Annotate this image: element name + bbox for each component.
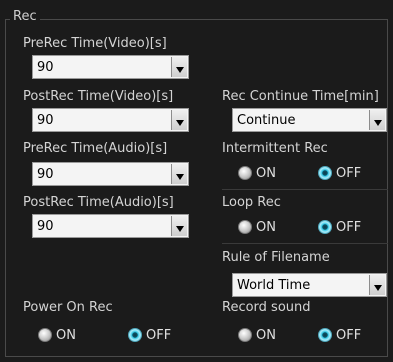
radio-unchecked-icon[interactable] bbox=[238, 328, 252, 342]
prerec-audio-value: 90 bbox=[37, 166, 54, 182]
radio-checked-icon[interactable] bbox=[318, 328, 332, 342]
section-title: Rec bbox=[10, 9, 40, 24]
rec-continue-select[interactable]: Continue bbox=[232, 108, 387, 132]
chevron-down-icon[interactable] bbox=[369, 275, 385, 295]
postrec-audio-value: 90 bbox=[37, 218, 54, 234]
chevron-down-icon[interactable] bbox=[171, 164, 187, 184]
loop-rec-label: Loop Rec bbox=[222, 195, 281, 210]
divider bbox=[222, 243, 388, 244]
radio-checked-icon[interactable] bbox=[318, 220, 332, 234]
prerec-audio-label: PreRec Time(Audio)[s] bbox=[23, 141, 168, 156]
postrec-video-value: 90 bbox=[37, 112, 54, 128]
rec-continue-label: Rec Continue Time[min] bbox=[222, 89, 379, 104]
chevron-down-icon[interactable] bbox=[171, 110, 187, 130]
prerec-video-value: 90 bbox=[37, 59, 54, 75]
radio-unchecked-icon[interactable] bbox=[38, 328, 52, 342]
postrec-video-select[interactable]: 90 bbox=[32, 108, 189, 132]
filename-rule-value: World Time bbox=[237, 277, 311, 293]
chevron-down-icon[interactable] bbox=[369, 110, 385, 130]
loop-on-label: ON bbox=[256, 219, 276, 235]
radio-checked-icon[interactable] bbox=[128, 328, 142, 342]
postrec-video-label: PostRec Time(Video)[s] bbox=[23, 89, 174, 104]
prerec-video-select[interactable]: 90 bbox=[32, 55, 189, 79]
power-on-off-label: OFF bbox=[146, 327, 172, 343]
record-sound-on-label: ON bbox=[256, 327, 276, 343]
intermittent-off-label: OFF bbox=[336, 165, 362, 181]
intermittent-on-option[interactable]: ON bbox=[238, 164, 276, 182]
record-sound-label: Record sound bbox=[222, 300, 311, 315]
filename-rule-select[interactable]: World Time bbox=[232, 273, 387, 297]
power-on-on-label: ON bbox=[56, 327, 76, 343]
radio-checked-icon[interactable] bbox=[318, 166, 332, 180]
prerec-video-label: PreRec Time(Video)[s] bbox=[23, 36, 167, 51]
intermittent-rec-label: Intermittent Rec bbox=[222, 141, 328, 156]
prerec-audio-select[interactable]: 90 bbox=[32, 162, 189, 186]
divider bbox=[222, 189, 388, 190]
intermittent-off-option[interactable]: OFF bbox=[318, 164, 361, 182]
record-sound-on-option[interactable]: ON bbox=[238, 326, 276, 344]
power-on-rec-label: Power On Rec bbox=[23, 300, 113, 315]
filename-rule-label: Rule of Filename bbox=[222, 250, 330, 265]
postrec-audio-label: PostRec Time(Audio)[s] bbox=[23, 195, 174, 210]
loop-on-option[interactable]: ON bbox=[238, 218, 276, 236]
chevron-down-icon[interactable] bbox=[171, 216, 187, 236]
rec-continue-value: Continue bbox=[237, 112, 296, 128]
postrec-audio-select[interactable]: 90 bbox=[32, 214, 189, 238]
intermittent-on-label: ON bbox=[256, 165, 276, 181]
chevron-down-icon[interactable] bbox=[171, 57, 187, 77]
radio-unchecked-icon[interactable] bbox=[238, 220, 252, 234]
radio-unchecked-icon[interactable] bbox=[238, 166, 252, 180]
power-on-off-option[interactable]: OFF bbox=[128, 326, 171, 344]
rec-settings-panel: Rec PreRec Time(Video)[s] 90 PostRec Tim… bbox=[0, 0, 393, 362]
record-sound-off-option[interactable]: OFF bbox=[318, 326, 361, 344]
loop-off-label: OFF bbox=[336, 219, 362, 235]
loop-off-option[interactable]: OFF bbox=[318, 218, 361, 236]
record-sound-off-label: OFF bbox=[336, 327, 362, 343]
power-on-on-option[interactable]: ON bbox=[38, 326, 76, 344]
